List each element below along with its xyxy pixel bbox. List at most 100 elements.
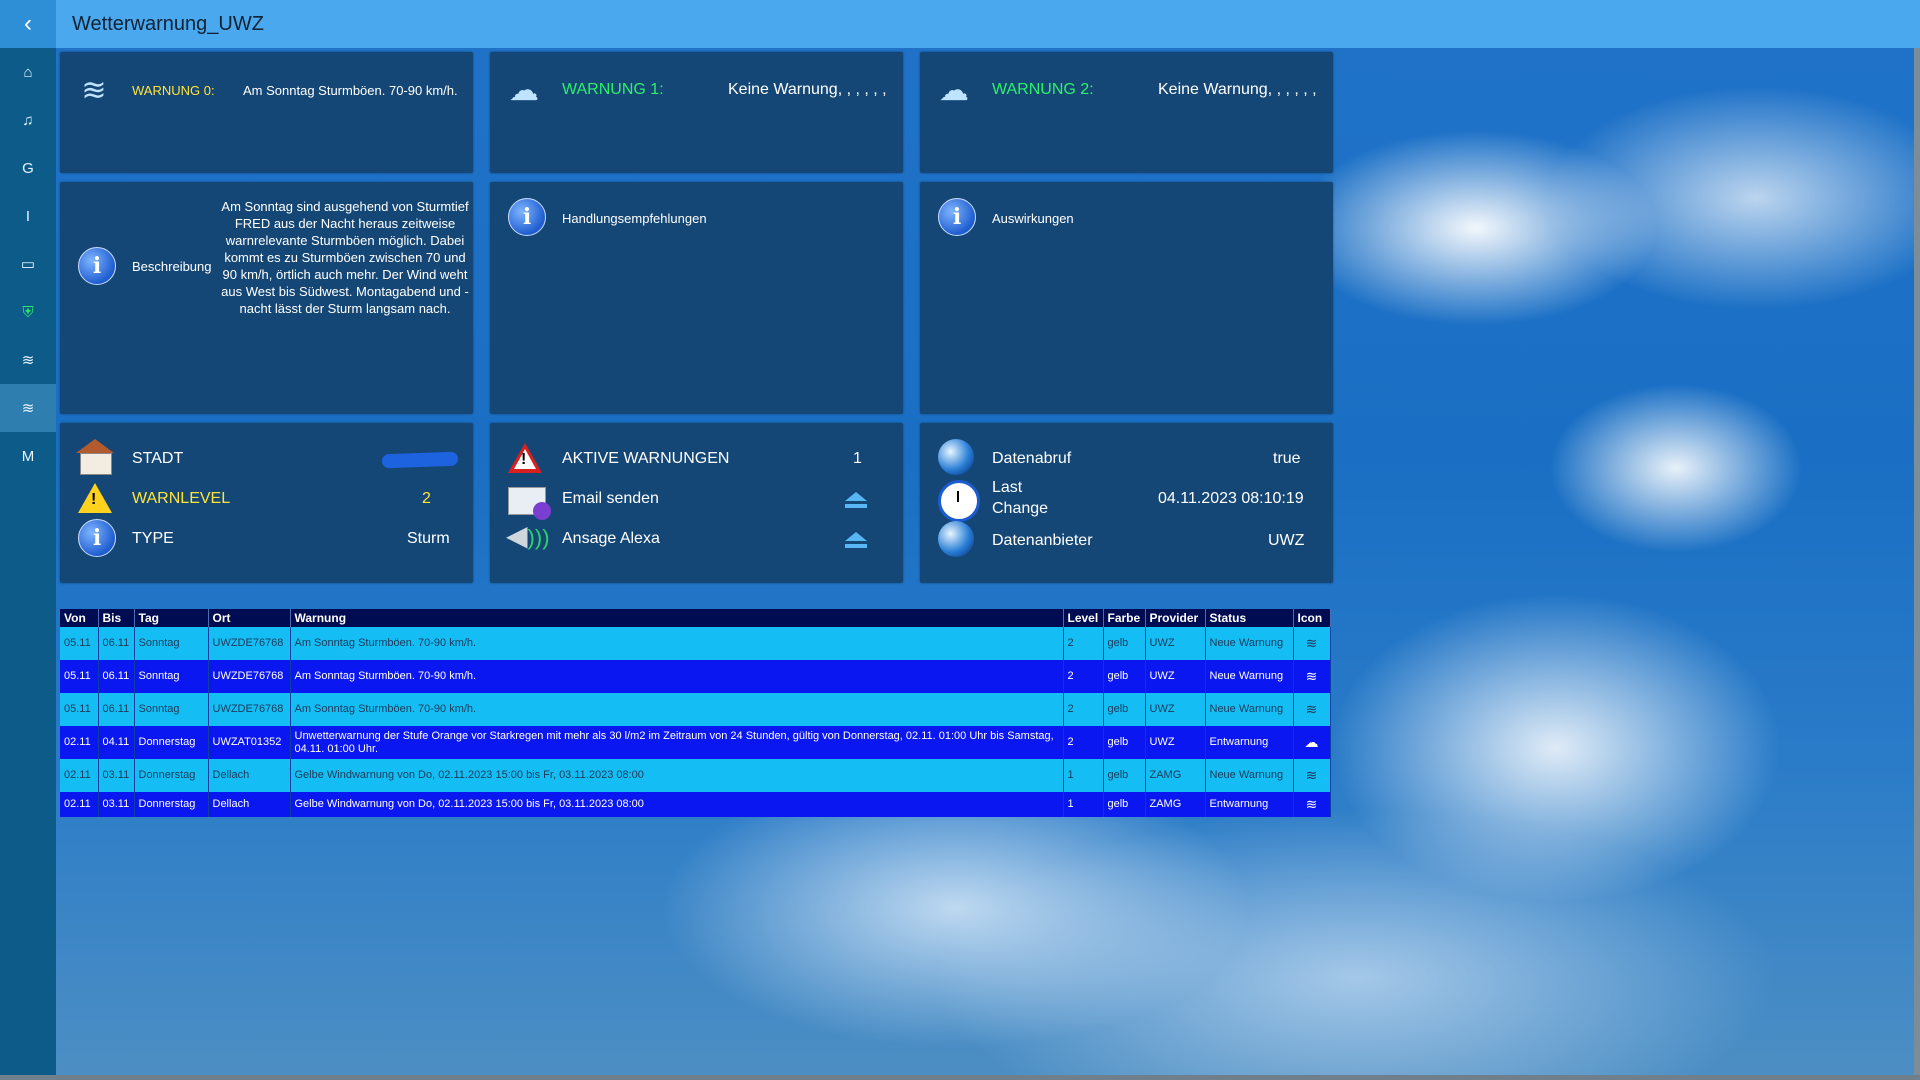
status-mid-card: ! AKTIVE WARNUNGEN 1 Email senden ◀))) A… [490, 423, 903, 583]
sidebar-item-home[interactable]: ⌂ [0, 48, 56, 96]
cell-status: Neue Warnung [1205, 627, 1294, 660]
column-header[interactable]: Von [60, 609, 99, 627]
table-row[interactable]: 05.11 06.11 Sonntag UWZDE76768 Am Sonnta… [60, 660, 1331, 693]
cell-provider: UWZ [1145, 660, 1206, 693]
beschreibung-card: i Beschreibung Am Sonntag sind ausgehend… [60, 182, 473, 414]
cell-farbe: gelb [1103, 759, 1146, 792]
cell-farbe: gelb [1103, 627, 1146, 660]
column-header[interactable]: Level [1063, 609, 1104, 627]
globe-icon [938, 521, 974, 557]
cell-ort: Dellach [208, 759, 291, 792]
cell-farbe: gelb [1103, 660, 1146, 693]
device-icon: ▭ [20, 256, 36, 273]
cell-tag: Donnerstag [134, 792, 209, 817]
info-icon: i [78, 519, 116, 557]
cell-provider: UWZ [1145, 693, 1206, 726]
cell-ort: UWZDE76768 [208, 627, 291, 660]
cell-bis: 06.11 [98, 660, 135, 693]
cell-tag: Sonntag [134, 660, 209, 693]
cell-status: Neue Warnung [1205, 693, 1294, 726]
auswirkung-card: i Auswirkungen [920, 182, 1333, 414]
sidebar-item-i[interactable]: I [0, 192, 56, 240]
column-header[interactable]: Icon [1293, 609, 1331, 627]
warnlevel-value: 2 [422, 490, 431, 507]
cloud-sun-icon: ☁ [509, 73, 539, 107]
top-bar: ‹ Wetterwarnung_UWZ [0, 0, 1920, 48]
datenabruf-value: true [1273, 450, 1301, 467]
column-header[interactable]: Bis [98, 609, 135, 627]
cell-provider: ZAMG [1145, 792, 1206, 817]
ansage-alexa-button[interactable] [845, 532, 867, 548]
beschreibung-label: Beschreibung [132, 259, 212, 274]
cell-status: Neue Warnung [1205, 660, 1294, 693]
redacted-city-value [381, 451, 459, 469]
warning-0-text: Am Sonntag Sturmböen. 70-90 km/h. [243, 83, 458, 98]
table-header-row: Von Bis Tag Ort Warnung Level Farbe Prov… [60, 609, 1331, 627]
wind-icon: ≋ [1293, 660, 1331, 693]
column-header[interactable]: Farbe [1103, 609, 1146, 627]
sidebar-item-device[interactable]: ▭ [0, 240, 56, 288]
alert-icon: ! [508, 443, 542, 473]
column-header[interactable]: Warnung [290, 609, 1064, 627]
page-title: Wetterwarnung_UWZ [72, 12, 264, 35]
cell-level: 1 [1063, 792, 1104, 817]
warning-icon: ! [78, 483, 112, 513]
cell-farbe: gelb [1103, 693, 1146, 726]
handlung-label: Handlungsempfehlungen [562, 211, 707, 226]
window-edge [1914, 48, 1920, 1080]
column-header[interactable]: Provider [1145, 609, 1206, 627]
globe-icon [938, 439, 974, 475]
cell-bis: 06.11 [98, 627, 135, 660]
cell-ort: UWZAT01352 [208, 726, 291, 759]
type-label: TYPE [132, 530, 174, 547]
wind-icon: ≋ [1293, 627, 1331, 660]
cell-von: 02.11 [60, 726, 99, 759]
cell-status: Neue Warnung [1205, 759, 1294, 792]
column-header[interactable]: Status [1205, 609, 1294, 627]
cell-provider: UWZ [1145, 627, 1206, 660]
home-icon: ⌂ [23, 63, 33, 81]
music-icon: ♫ [22, 111, 34, 129]
cell-level: 2 [1063, 627, 1104, 660]
column-header[interactable]: Tag [134, 609, 209, 627]
table-row[interactable]: 05.11 06.11 Sonntag UWZDE76768 Am Sonnta… [60, 693, 1331, 726]
sidebar-item-wind-active[interactable]: ≋ [0, 384, 56, 432]
mail-icon [508, 487, 551, 520]
sidebar-item-security[interactable]: ⛨ [0, 288, 56, 336]
cell-farbe: gelb [1103, 726, 1146, 759]
sidebar-item-wind[interactable]: ≋ [0, 336, 56, 384]
cell-bis: 03.11 [98, 792, 135, 817]
cell-von: 05.11 [60, 627, 99, 660]
cell-ort: UWZDE76768 [208, 660, 291, 693]
email-senden-button[interactable] [845, 492, 867, 508]
cell-von: 02.11 [60, 759, 99, 792]
wind-icon: ≋ [21, 400, 35, 417]
wind-icon: ≋ [1293, 759, 1331, 792]
last-change-value: 04.11.2023 08:10:19 [1158, 490, 1304, 507]
sidebar-item-g[interactable]: G [0, 144, 56, 192]
ansage-alexa-label: Ansage Alexa [562, 530, 660, 547]
aktive-warnungen-label: AKTIVE WARNUNGEN [562, 450, 730, 467]
status-right-card: Datenabruf true Last Change 04.11.2023 0… [920, 423, 1333, 583]
table-row[interactable]: 02.11 03.11 Donnerstag Dellach Gelbe Win… [60, 792, 1331, 817]
back-button[interactable]: ‹ [0, 0, 56, 48]
table-row[interactable]: 02.11 03.11 Donnerstag Dellach Gelbe Win… [60, 759, 1331, 792]
stadt-label: STADT [132, 450, 184, 467]
warning-2-card: ☁ WARNUNG 2: Keine Warnung, , , , , , [920, 52, 1333, 173]
sidebar-item-m[interactable]: M [0, 432, 56, 480]
warning-2-label: WARNUNG 2: [992, 81, 1094, 98]
cell-bis: 04.11 [98, 726, 135, 759]
cell-tag: Donnerstag [134, 759, 209, 792]
wind-icon: ≋ [81, 73, 107, 107]
table-row[interactable]: 02.11 04.11 Donnerstag UWZAT01352 Unwett… [60, 726, 1331, 759]
sidebar-item-g-label: G [22, 159, 34, 177]
datenanbieter-value: UWZ [1268, 532, 1305, 549]
table-row[interactable]: 05.11 06.11 Sonntag UWZDE76768 Am Sonnta… [60, 627, 1331, 660]
warning-0-card: ≋ WARNUNG 0: Am Sonntag Sturmböen. 70-90… [60, 52, 473, 173]
chevron-left-icon: ‹ [24, 10, 32, 37]
sidebar-item-music[interactable]: ♫ [0, 96, 56, 144]
column-header[interactable]: Ort [208, 609, 291, 627]
cell-bis: 03.11 [98, 759, 135, 792]
cell-von: 05.11 [60, 660, 99, 693]
rain-cloud-icon: ☁ [1293, 726, 1331, 759]
